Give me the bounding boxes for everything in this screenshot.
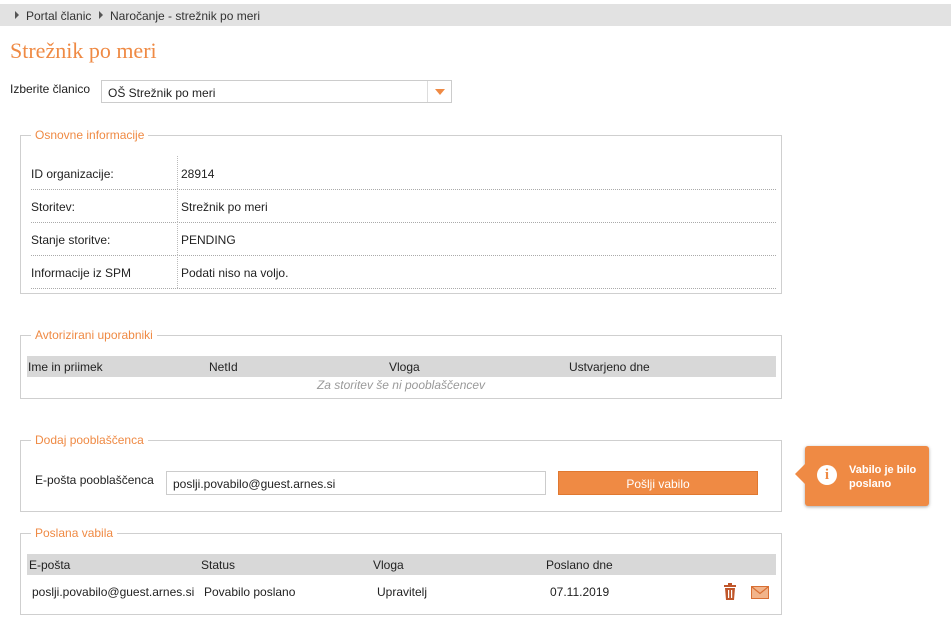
- authorized-users-section: Avtorizirani uporabniki Ime in priimek N…: [20, 328, 782, 399]
- empty-table-message: Za storitev še ni pooblaščencev: [316, 378, 486, 392]
- column-header[interactable]: Ustvarjeno dne: [569, 360, 650, 374]
- sent-invites-table-header: E-pošta Status Vloga Poslano dne: [27, 554, 776, 575]
- info-row-org-id: ID organizacije: 28914: [31, 156, 776, 190]
- column-header[interactable]: E-pošta: [29, 558, 70, 572]
- invite-status: Povabilo poslano: [204, 585, 296, 599]
- invite-date: 07.11.2019: [550, 585, 610, 599]
- table-row: poslji.povabilo@guest.arnes.si Povabilo …: [27, 578, 776, 606]
- breadcrumb: Portal članic Naročanje - strežnik po me…: [0, 4, 951, 26]
- member-select-label: Izberite članico: [10, 82, 91, 96]
- breadcrumb-item-order[interactable]: Naročanje - strežnik po meri: [99, 9, 260, 23]
- authorized-users-legend: Avtorizirani uporabniki: [31, 328, 157, 342]
- info-key: Stanje storitve:: [31, 233, 111, 247]
- info-row-service: Storitev: Strežnik po meri: [31, 189, 776, 223]
- column-header[interactable]: Vloga: [373, 558, 404, 572]
- breadcrumb-item-portal[interactable]: Portal članic: [15, 9, 91, 23]
- basic-info-section: Osnovne informacije ID organizacije: 289…: [20, 128, 782, 294]
- column-header[interactable]: NetId: [209, 360, 238, 374]
- toast-message: Vabilo je bilo poslano: [849, 464, 917, 490]
- page-title: Strežnik po meri: [10, 38, 157, 63]
- email-field-label: E-pošta pooblaščenca: [35, 473, 154, 487]
- info-value: 28914: [181, 167, 215, 181]
- sent-invites-legend: Poslana vabila: [31, 526, 118, 540]
- authorized-users-table-header: Ime in priimek NetId Vloga Ustvarjeno dn…: [27, 356, 776, 377]
- chevron-down-icon[interactable]: [427, 81, 451, 102]
- invite-role: Upravitelj: [377, 585, 428, 599]
- add-authorized-legend: Dodaj pooblaščenca: [31, 433, 148, 447]
- member-select-value: OŠ Strežnik po meri: [108, 86, 216, 100]
- info-row-status: Stanje storitve: PENDING: [31, 222, 776, 256]
- info-value: Strežnik po meri: [181, 200, 268, 214]
- send-invite-button[interactable]: Pošlji vabilo: [558, 471, 758, 495]
- delete-icon[interactable]: [722, 583, 738, 601]
- info-key: ID organizacije:: [31, 167, 114, 181]
- chevron-right-icon: [15, 11, 19, 19]
- info-value: Podati niso na voljo.: [181, 266, 289, 280]
- info-row-spm: Informacije iz SPM Podati niso na voljo.: [31, 255, 776, 289]
- sent-invites-section: Poslana vabila E-pošta Status Vloga Posl…: [20, 526, 782, 615]
- info-icon: i: [817, 465, 837, 485]
- notification-toast: i Vabilo je bilo poslano: [795, 446, 929, 506]
- column-header[interactable]: Poslano dne: [546, 558, 613, 572]
- info-key: Storitev:: [31, 200, 76, 214]
- email-field-value: poslji.povabilo@guest.arnes.si: [173, 477, 336, 491]
- basic-info-legend: Osnovne informacije: [31, 128, 149, 142]
- resend-mail-icon[interactable]: [751, 586, 769, 599]
- column-header[interactable]: Status: [201, 558, 235, 572]
- info-key: Informacije iz SPM: [31, 266, 132, 280]
- column-header[interactable]: Vloga: [389, 360, 420, 374]
- column-header[interactable]: Ime in priimek: [28, 360, 103, 374]
- info-value: PENDING: [181, 233, 236, 247]
- email-field[interactable]: poslji.povabilo@guest.arnes.si: [166, 471, 546, 495]
- chevron-right-icon: [99, 11, 103, 19]
- member-select[interactable]: OŠ Strežnik po meri: [101, 80, 452, 103]
- invite-email: poslji.povabilo@guest.arnes.si: [32, 585, 195, 599]
